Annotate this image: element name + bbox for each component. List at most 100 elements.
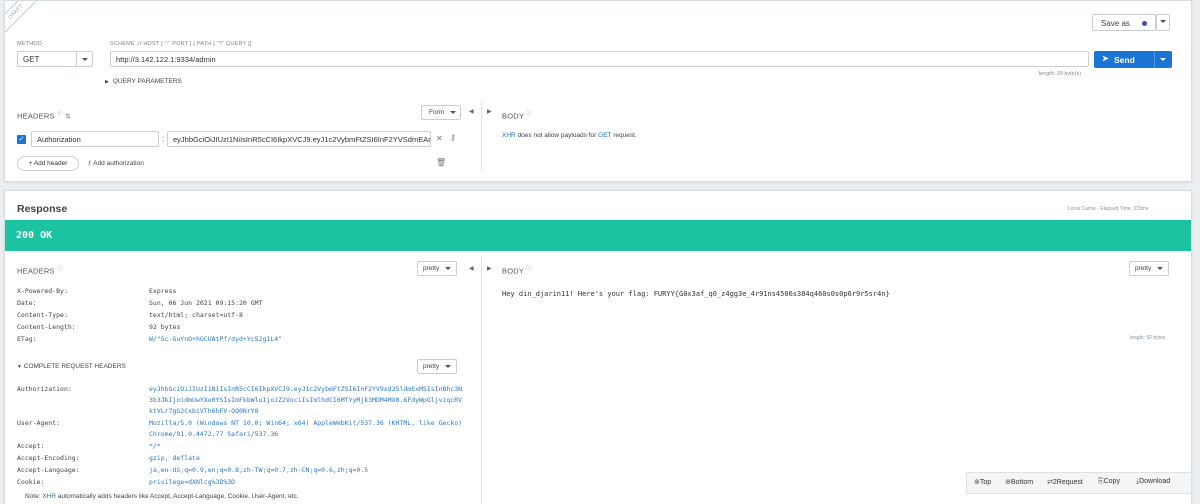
get-link[interactable]: GET (598, 132, 611, 139)
collapse-left-icon[interactable]: ◀ (469, 265, 474, 272)
complete-request-headers-label: COMPLETE REQUEST HEADERS (23, 363, 126, 370)
info-icon: ⓘ (526, 266, 532, 272)
scroll-top-button[interactable]: ⊕Top (974, 478, 991, 486)
response-header-value: text/html; charset=utf-8 (149, 311, 243, 319)
complete-request-headers-toggle[interactable]: ▼ COMPLETE REQUEST HEADERS (17, 363, 126, 370)
save-as-dropdown[interactable] (1156, 14, 1170, 31)
form-label: Form (429, 109, 445, 116)
chevron-down-icon (82, 58, 88, 61)
xhr-link[interactable]: XHR (42, 493, 56, 500)
response-body-text: Hey din_djarin11! Here's your flag: FURY… (502, 290, 890, 298)
send-divider (1154, 51, 1155, 68)
draft-ribbon: DRAFT (5, 1, 46, 42)
cache-info: Local Cache - Elapsed Time: 333ms (1068, 206, 1149, 212)
xhr-link[interactable]: XHR (502, 132, 516, 139)
collapse-right-icon[interactable]: ▶ (487, 108, 492, 115)
add-authorization-button[interactable]: ⚷ Add authorization (87, 159, 144, 167)
response-panel: Response Local Cache - Elapsed Time: 333… (4, 190, 1192, 504)
method-label: METHOD (17, 41, 43, 47)
pretty-label: pretty (422, 363, 440, 370)
response-header-name: Content-Length: (17, 323, 76, 331)
accept-encoding-label: Accept-Encoding: (17, 454, 80, 462)
save-as-button[interactable]: Save as (1092, 14, 1156, 31)
request-headers-title: HEADERS ⓘ ⇅ (17, 109, 71, 121)
header-colon: : (162, 134, 165, 143)
close-icon[interactable]: ✕ (436, 134, 443, 143)
response-body-title: BODY ⓘ (502, 264, 532, 276)
user-agent-line: Mozilla/5.0 (Windows NT 10.0; Win64; x64… (149, 419, 463, 427)
header-value-input[interactable]: eyJhbGciOiJIUzI1NiIsInR5cCI6IkpXVCJ9.eyJ… (167, 131, 431, 147)
pretty-label: pretty (1134, 265, 1152, 272)
scroll-top-label: Top (979, 479, 992, 486)
caret-down-icon: ▼ (17, 364, 22, 370)
response-header-name: X-Powered-By: (17, 287, 68, 295)
response-body-length: length: 92 bytes (1130, 335, 1166, 341)
header-name-value: Authorization (37, 135, 81, 144)
accept-label: Accept: (17, 442, 45, 450)
scroll-bottom-button[interactable]: ⊕Bottom (1005, 478, 1033, 486)
status-text: 200 OK (16, 230, 53, 241)
body-pretty-select[interactable]: pretty (1129, 261, 1169, 276)
chevron-down-icon (1157, 266, 1164, 270)
method-select-divider (76, 52, 77, 66)
key-icon[interactable]: ⚷ (450, 133, 456, 142)
copy-label: Copy (1103, 478, 1120, 485)
body-notice: XHR does not allow payloads for GET requ… (502, 132, 637, 139)
save-as-label: Save as (1101, 19, 1130, 28)
method-value: GET (23, 55, 40, 64)
header-name-input[interactable]: Authorization (31, 131, 159, 147)
response-header-value: Express (149, 287, 177, 295)
response-header-value: Sun, 06 Jun 2021 09:15:20 GMT (149, 299, 263, 307)
info-icon: ⓘ (56, 266, 63, 272)
authorization-line: 3b3JkIjoidmUwYXo0YSIsImFkbWluIjoiZ2VociI… (149, 396, 463, 404)
form-select[interactable]: Form (421, 105, 461, 120)
header-enabled-checkbox[interactable]: ✓ (17, 135, 26, 144)
chevron-down-icon (450, 111, 456, 114)
download-button[interactable]: ⤓Download (1136, 478, 1170, 486)
url-hint: SCHEME :// HOST [ ":" PORT ] [ PATH [ "?… (110, 41, 252, 47)
response-header-name: ETag: (17, 335, 37, 343)
add-header-label: + Add header (28, 160, 68, 167)
url-length: length: 29 byte(s) (1039, 71, 1082, 77)
authorization-label: Authorization: (17, 385, 72, 393)
authorization-line: ktVLr7gG2CxbiVTh6hFV-OQ0NrY8 (149, 407, 259, 415)
cookie-value: privilege=dXNlcg%3D%3D (149, 478, 236, 486)
response-body-label: BODY (502, 266, 524, 276)
request-headers-label: HEADERS (17, 111, 55, 121)
download-label: Download (1139, 478, 1171, 485)
chevron-down-icon (1160, 20, 1166, 24)
body-notice-text2: request. (613, 132, 637, 139)
add-header-button[interactable]: + Add header (17, 156, 79, 171)
response-title: Response (17, 203, 68, 215)
response-header-value: W/"5c-GuYnO+hGCUAtPf/dyd+Yc52g1L4" (149, 335, 283, 343)
request-body-label: BODY (502, 111, 524, 121)
response-header-name: Content-Type: (17, 311, 68, 319)
complete-pretty-select[interactable]: pretty (417, 359, 457, 374)
caret-right-icon: ▶ (105, 79, 109, 85)
chevron-down-icon (1160, 58, 1166, 61)
header-value: eyJhbGciOiJIUzI1NiIsInR5cCI6IkpXVCJ9.eyJ… (173, 135, 430, 144)
url-input[interactable]: http://3.142.122.1:9334/admin (110, 51, 1089, 67)
headers-pretty-select[interactable]: pretty (417, 261, 457, 276)
note-text: automatically adds headers like Accept, … (57, 493, 299, 500)
query-parameters-toggle[interactable]: ▶ QUERY PARAMETERS (105, 78, 182, 85)
add-authorization-label: Add authorization (93, 160, 144, 167)
copy-button[interactable]: ⎘Copy (1098, 478, 1120, 486)
response-headers-label: HEADERS (17, 266, 55, 276)
xhr-note: Note: XHR automatically adds headers lik… (25, 493, 299, 500)
sort-icon: ⇅ (64, 113, 72, 121)
dot-icon (1142, 21, 1147, 26)
query-parameters-label: QUERY PARAMETERS (112, 78, 182, 85)
chevron-down-icon (445, 364, 452, 368)
trash-icon[interactable]: 🗑 (436, 158, 446, 167)
request-body-title: BODY ⓘ (502, 109, 532, 121)
to-request-button[interactable]: ⇄2Request (1047, 478, 1083, 486)
send-button[interactable]: ➤ Send (1094, 51, 1172, 68)
collapse-right-icon[interactable]: ▶ (487, 265, 492, 272)
user-agent-line: Chrome/91.0.4472.77 Safari/537.36 (149, 430, 279, 438)
info-icon: ⓘ (56, 111, 63, 117)
collapse-left-icon[interactable]: ◀ (469, 108, 474, 115)
pretty-label: pretty (422, 265, 440, 272)
method-select[interactable]: GET (17, 51, 93, 67)
note-prefix: Note: (25, 493, 41, 500)
